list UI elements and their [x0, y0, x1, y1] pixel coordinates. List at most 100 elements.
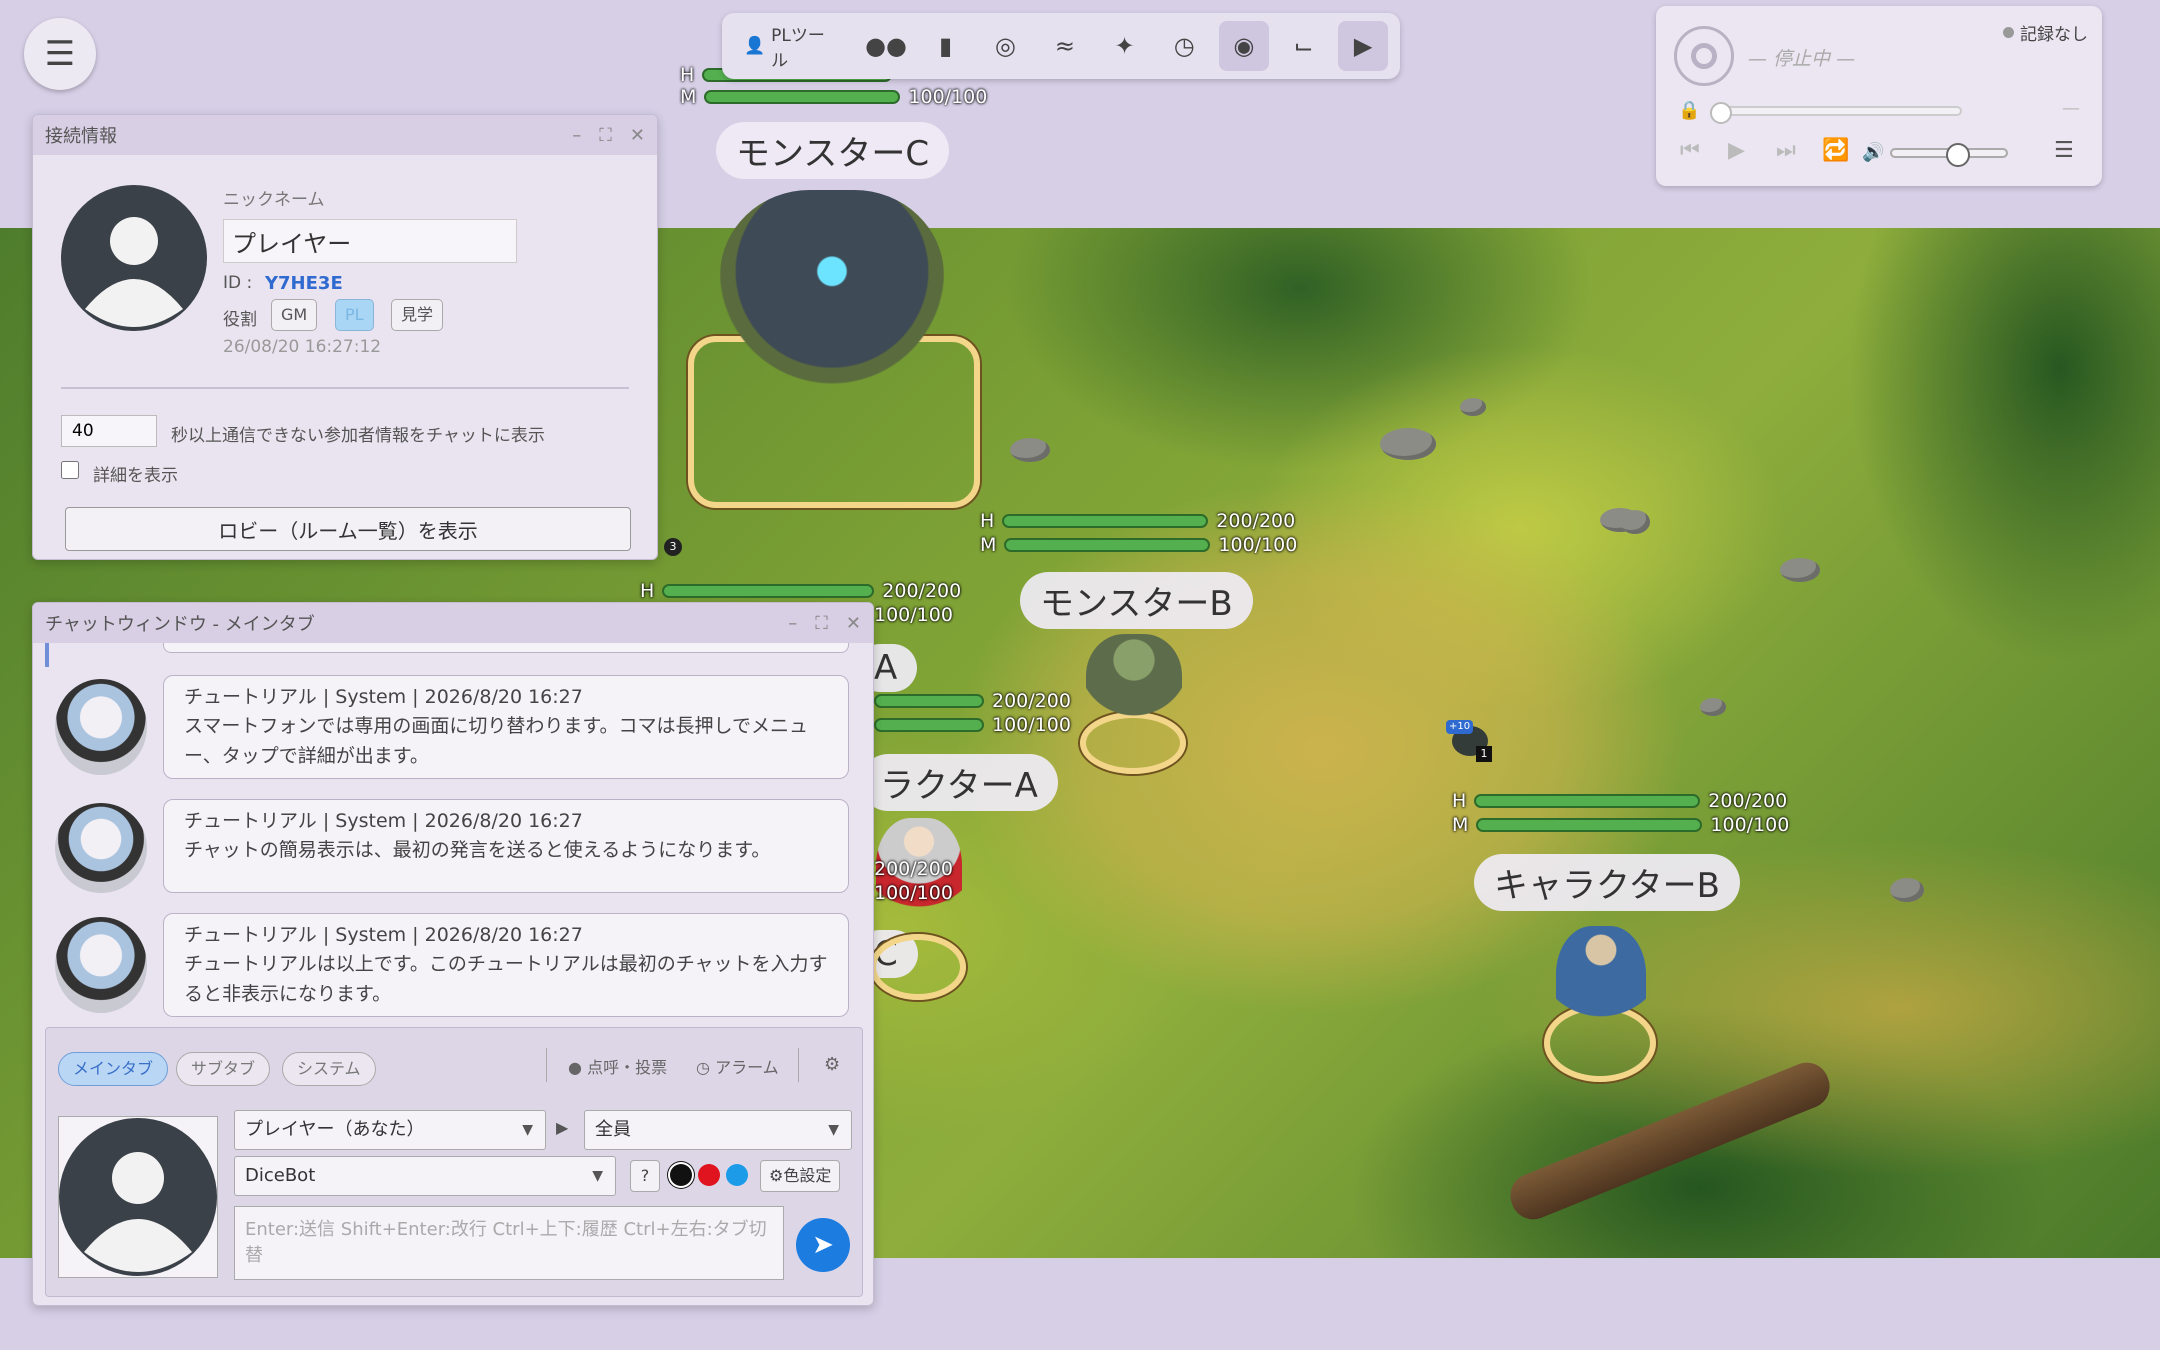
top-toolbar: 👤 PLツール ●● ▮ ◎ ≈ ✦ ◷ ◉ ⌙ ▶ [722, 13, 1400, 79]
send-button[interactable]: ➤ [796, 1218, 850, 1272]
repeat-icon: 🔁 [1822, 138, 1850, 163]
tab-sub[interactable]: サブタブ [176, 1052, 271, 1086]
nickname-label: ニックネーム [223, 190, 325, 210]
id-label: ID : [223, 273, 253, 293]
skip-back-icon: ⏮ [1680, 138, 1700, 163]
target-icon: ◎ [994, 32, 1016, 60]
stack-count-badge: 3 [664, 538, 682, 556]
dice-system-value: DiceBot [245, 1165, 316, 1186]
tab-main[interactable]: メインタブ [58, 1052, 169, 1086]
target-button[interactable]: ◎ [980, 21, 1030, 71]
hamburger-menu-button[interactable]: ☰ [24, 18, 96, 90]
color-blue-swatch[interactable] [726, 1164, 748, 1186]
repeat-button[interactable]: 🔁 [1822, 138, 1849, 163]
dice-help-button[interactable]: ? [630, 1160, 660, 1192]
bgm-player: — 停止中 — 記録なし 🔒 — ⏮ ▶ ⏭ 🔁 🔊 ☰ [1656, 6, 2102, 186]
target-select[interactable]: 全員 ▼ [584, 1110, 852, 1150]
detail-label: 詳細を表示 [93, 466, 178, 486]
timer-button[interactable]: ◷ [1159, 21, 1209, 71]
monster-b-hp: H 200/200 [980, 510, 1296, 532]
detail-checkbox[interactable] [61, 461, 79, 479]
speaker-select[interactable]: プレイヤー（あなた） ▼ [234, 1110, 546, 1150]
speaker-avatar[interactable] [58, 1116, 218, 1278]
maximize-icon[interactable]: ⛶ [599, 125, 612, 146]
users-icon: ● [568, 1058, 582, 1077]
nickname-input[interactable] [223, 219, 517, 263]
fallen-log [1503, 1055, 1837, 1227]
character-b-nameplate: キャラクターB [1474, 854, 1740, 911]
rock [1890, 878, 1924, 902]
previous-button[interactable]: ⏮ [1680, 138, 1700, 163]
chart-line-icon: ≈ [1054, 32, 1075, 60]
avatar[interactable] [61, 185, 207, 331]
message-bubble: チュートリアル | System | 2026/8/20 16:27 チャットの… [163, 799, 849, 893]
lock-icon[interactable]: 🔒 [1678, 100, 1700, 121]
speaker-value: プレイヤー（あなた） [245, 1119, 425, 1140]
tab-system[interactable]: システム [282, 1052, 376, 1086]
close-icon[interactable]: ✕ [630, 125, 645, 146]
cards-icon: ▮ [939, 32, 953, 60]
color-red-swatch[interactable] [698, 1164, 720, 1186]
play-pause-button[interactable]: ▶ [1728, 138, 1745, 163]
minimize-icon[interactable]: – [788, 613, 797, 634]
disc-icon [1674, 26, 1734, 86]
divider [61, 387, 629, 389]
role-gm-button[interactable]: GM [271, 299, 318, 331]
rock [1620, 510, 1650, 534]
message-avatar [55, 803, 147, 893]
close-icon[interactable]: ✕ [846, 613, 861, 634]
timeout-seconds-input[interactable] [61, 415, 157, 447]
minimize-icon[interactable]: – [572, 125, 581, 146]
users-button[interactable]: ●● [861, 21, 911, 71]
roll-call-button[interactable]: ● 点呼・投票 [568, 1054, 667, 1078]
pl-tool-button[interactable]: 👤 PLツール [734, 21, 851, 71]
token-c-mp: 100/100 [874, 882, 953, 904]
monster-c-token[interactable] [720, 190, 944, 404]
role-spectator-button[interactable]: 見学 [391, 299, 444, 331]
signal-button[interactable]: ⌙ [1279, 21, 1329, 71]
id-value: Y7HE3E [265, 273, 343, 294]
role-pl-button[interactable]: PL [335, 299, 374, 331]
effects-button[interactable]: ✦ [1100, 21, 1150, 71]
arrow-right-icon: ▶ [556, 1118, 569, 1137]
chat-message[interactable]: チュートリアル | System | 2026/8/20 16:27 チャットの… [43, 795, 853, 895]
window-titlebar[interactable]: 接続情報 – ⛶ ✕ [33, 115, 657, 155]
message-header: チュートリアル | System | 2026/8/20 16:27 [184, 924, 583, 946]
color-setting-button[interactable]: ⚙色設定 [760, 1160, 841, 1192]
rock [1380, 428, 1436, 460]
volume-slider[interactable] [1890, 143, 2008, 167]
gear-icon: ⚙ [769, 1166, 784, 1185]
character-a-nameplate: ラクターA [860, 754, 1058, 811]
character-b-mp: M 100/100 [1452, 814, 1790, 836]
item-token-count-badge: 1 [1476, 746, 1492, 762]
lobby-button[interactable]: ロビー（ルーム一覧）を表示 [65, 507, 631, 551]
maximize-icon[interactable]: ⛶ [815, 613, 828, 634]
monster-b-token[interactable] [1086, 634, 1182, 738]
chevron-down-icon: ▼ [828, 1122, 839, 1138]
chart-button[interactable]: ≈ [1040, 21, 1090, 71]
alarm-button[interactable]: ◷ アラーム [696, 1054, 779, 1078]
color-black-swatch[interactable] [670, 1164, 692, 1186]
character-b-token[interactable] [1556, 926, 1646, 1046]
seek-slider[interactable] [1710, 102, 1962, 124]
rock [1700, 698, 1726, 716]
sparkle-icon: ✦ [1114, 32, 1135, 60]
playlist-button[interactable]: ☰ [2054, 138, 2074, 163]
chat-message[interactable]: チュートリアル | System | 2026/8/20 16:27 チュートリ… [43, 909, 853, 1021]
record-dot-icon [2003, 27, 2014, 38]
send-icon: ➤ [812, 1230, 834, 1260]
record-status: 記録なし [2003, 20, 2088, 45]
pl-tool-label: PLツール [771, 26, 825, 71]
chat-message-input[interactable] [234, 1206, 784, 1280]
chat-settings-button[interactable]: ⚙ [824, 1054, 840, 1075]
rock [1460, 398, 1486, 416]
cards-button[interactable]: ▮ [921, 21, 971, 71]
record-button[interactable]: ◉ [1219, 21, 1269, 71]
play-button[interactable]: ▶ [1338, 21, 1388, 71]
window-titlebar[interactable]: チャットウィンドウ - メインタブ – ⛶ ✕ [33, 603, 873, 643]
next-button[interactable]: ⏭ [1776, 138, 1796, 163]
message-bubble: チュートリアル | System | 2026/8/20 16:27 スマートフ… [163, 675, 849, 779]
scroll-indicator [45, 643, 49, 667]
dice-system-select[interactable]: DiceBot ▼ [234, 1156, 616, 1196]
chat-message[interactable]: チュートリアル | System | 2026/8/20 16:27 スマートフ… [43, 671, 853, 783]
